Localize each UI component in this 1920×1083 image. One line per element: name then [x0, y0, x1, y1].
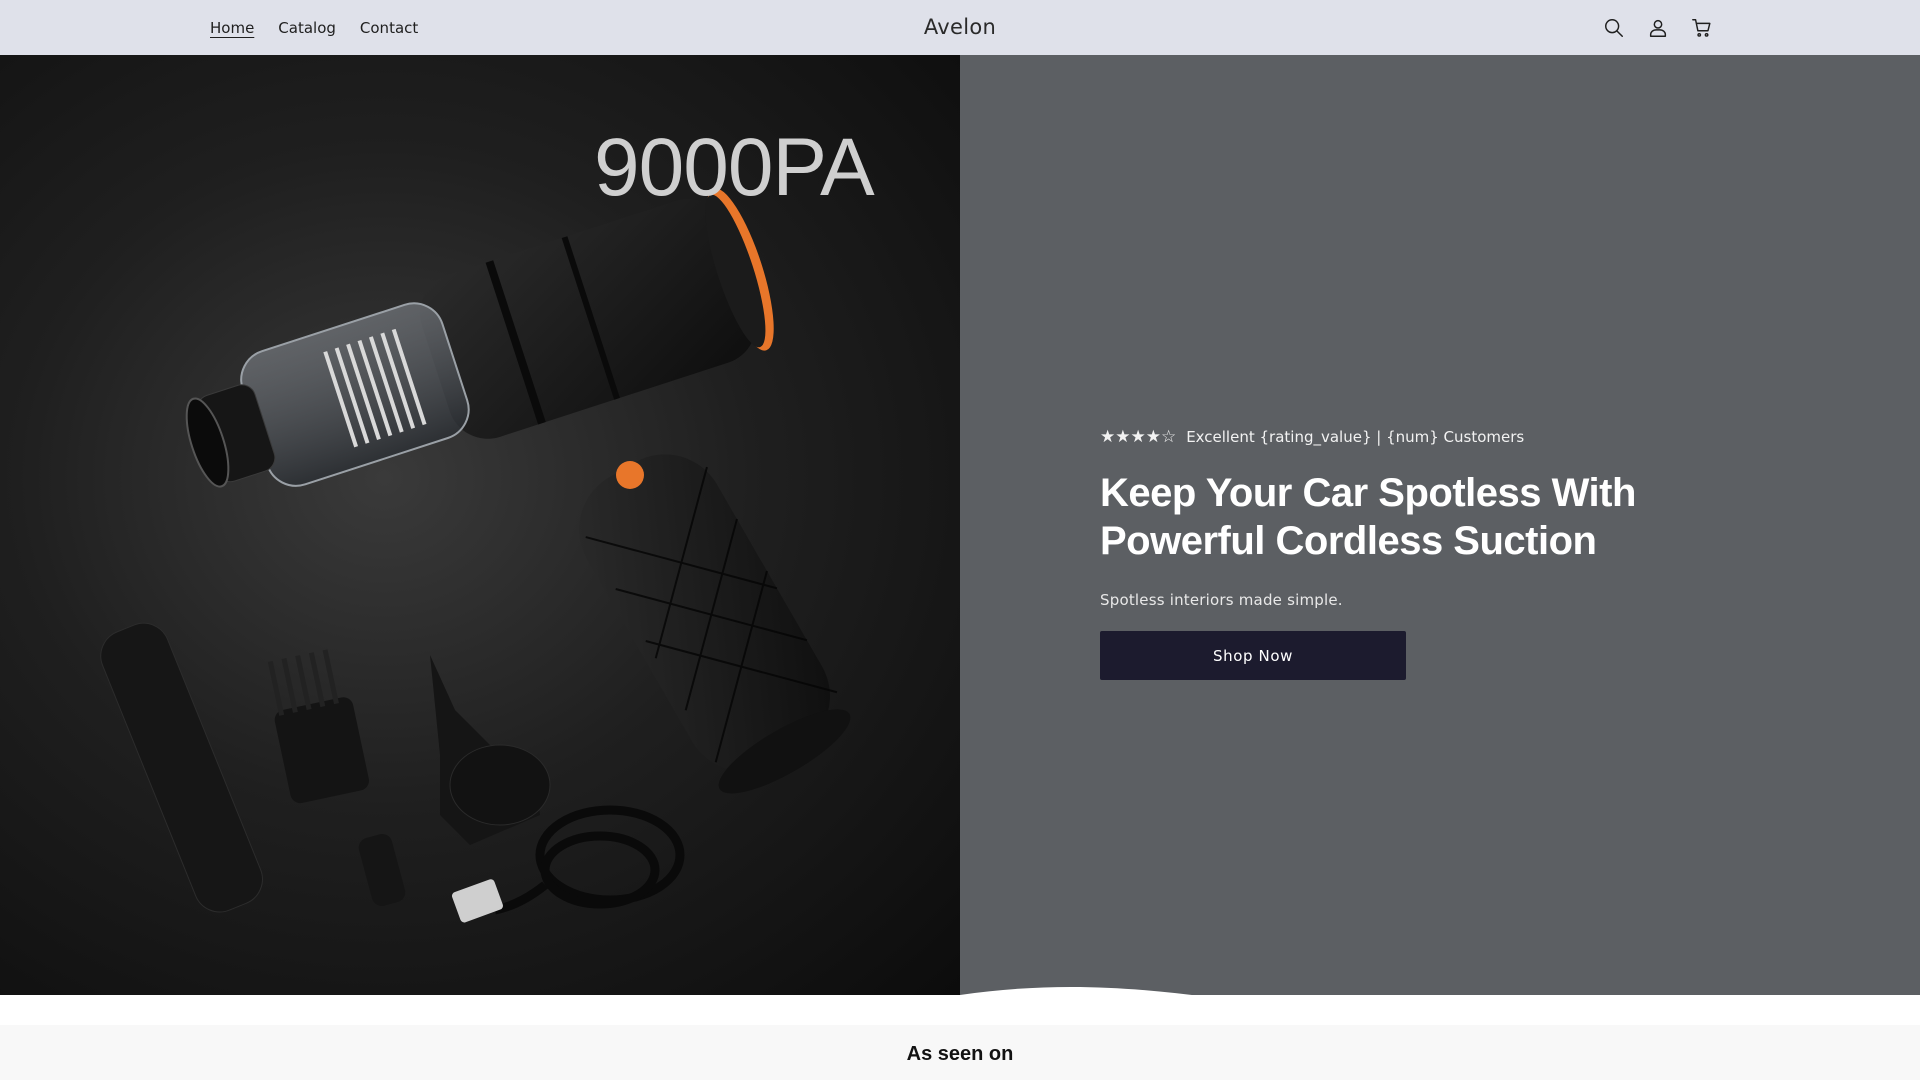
hero-subheading: Spotless interiors made simple. — [1100, 591, 1343, 609]
hero-product-image: 9000PA — [0, 55, 960, 995]
hero-headline: Keep Your Car Spotless With Powerful Cor… — [1100, 471, 1636, 563]
rating-text: Excellent {rating_value} | {num} Custome… — [1186, 428, 1525, 446]
star-rating-icon: ★★★★☆ — [1100, 427, 1177, 447]
shop-now-button[interactable]: Shop Now — [1100, 631, 1406, 680]
nav-catalog[interactable]: Catalog — [278, 19, 336, 37]
search-icon[interactable] — [1602, 16, 1626, 40]
nav-contact[interactable]: Contact — [360, 19, 418, 37]
as-seen-on-title: As seen on — [906, 1043, 1014, 1065]
site-header: Home Catalog Contact Avelon — [0, 0, 1920, 55]
as-seen-on-section: As seen on — [0, 1025, 1920, 1080]
header-icons — [1602, 0, 1714, 55]
nav-home[interactable]: Home — [210, 19, 254, 37]
main-nav: Home Catalog Contact — [210, 0, 418, 55]
rating-row: ★★★★☆ Excellent {rating_value} | {num} C… — [1100, 427, 1720, 447]
hero-section: 9000PA ★★★★☆ Excellent {rating_value} | … — [0, 55, 1920, 1070]
brand-logo[interactable]: Avelon — [924, 15, 996, 39]
cart-icon[interactable] — [1690, 16, 1714, 40]
account-icon[interactable] — [1646, 16, 1670, 40]
hero-content: ★★★★☆ Excellent {rating_value} | {num} C… — [1100, 427, 1720, 680]
product-spec-label: 9000PA — [594, 122, 875, 213]
